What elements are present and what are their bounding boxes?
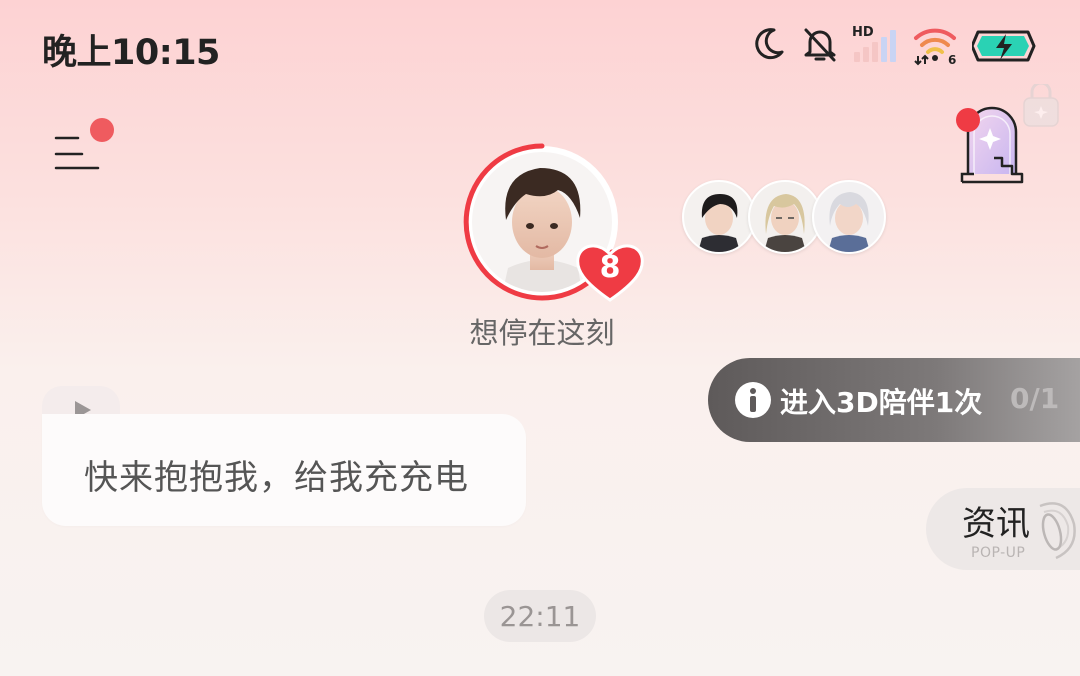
message-text: 快来抱抱我，给我充充电 [84, 458, 469, 498]
info-icon [735, 382, 771, 418]
character-portrait-icon [814, 182, 884, 252]
character-portrait-icon [684, 182, 754, 252]
sparkle-doorway-icon[interactable] [954, 84, 1064, 188]
timestamp-text: 22:11 [499, 600, 581, 633]
task-progress: 0/1 [1010, 382, 1060, 415]
task-label: 进入3D陪伴1次 [780, 386, 983, 419]
moon-icon [755, 28, 784, 60]
menu-notification-dot [90, 118, 114, 142]
character-avatar-2[interactable] [748, 180, 822, 254]
news-subtitle: POP-UP [971, 545, 1026, 561]
chat-screen: 晚上10:15 HD 6 8 想停在这刻 进入3D陪伴1次 0/1 资讯 POP… [0, 0, 1080, 676]
lock-icon [1023, 84, 1059, 127]
bell-off-icon [804, 28, 836, 62]
character-avatar-3[interactable] [812, 180, 886, 254]
speaker-cone-icon [1039, 502, 1076, 560]
svg-text:HD: HD [852, 25, 874, 40]
affection-level: 8 [599, 250, 621, 285]
status-time: 晚上10:15 [42, 33, 220, 73]
character-status-text: 想停在这刻 [469, 316, 615, 350]
character-portrait-icon [750, 182, 820, 252]
character-avatar-1[interactable] [682, 180, 756, 254]
wifi-6-icon: 6 [914, 28, 956, 66]
hd-signal-icon: HD [852, 25, 896, 62]
status-icons: HD 6 [740, 20, 1040, 70]
battery-charging-icon [972, 30, 1036, 62]
svg-text:6: 6 [948, 53, 956, 66]
news-title: 资讯 [962, 504, 1030, 544]
